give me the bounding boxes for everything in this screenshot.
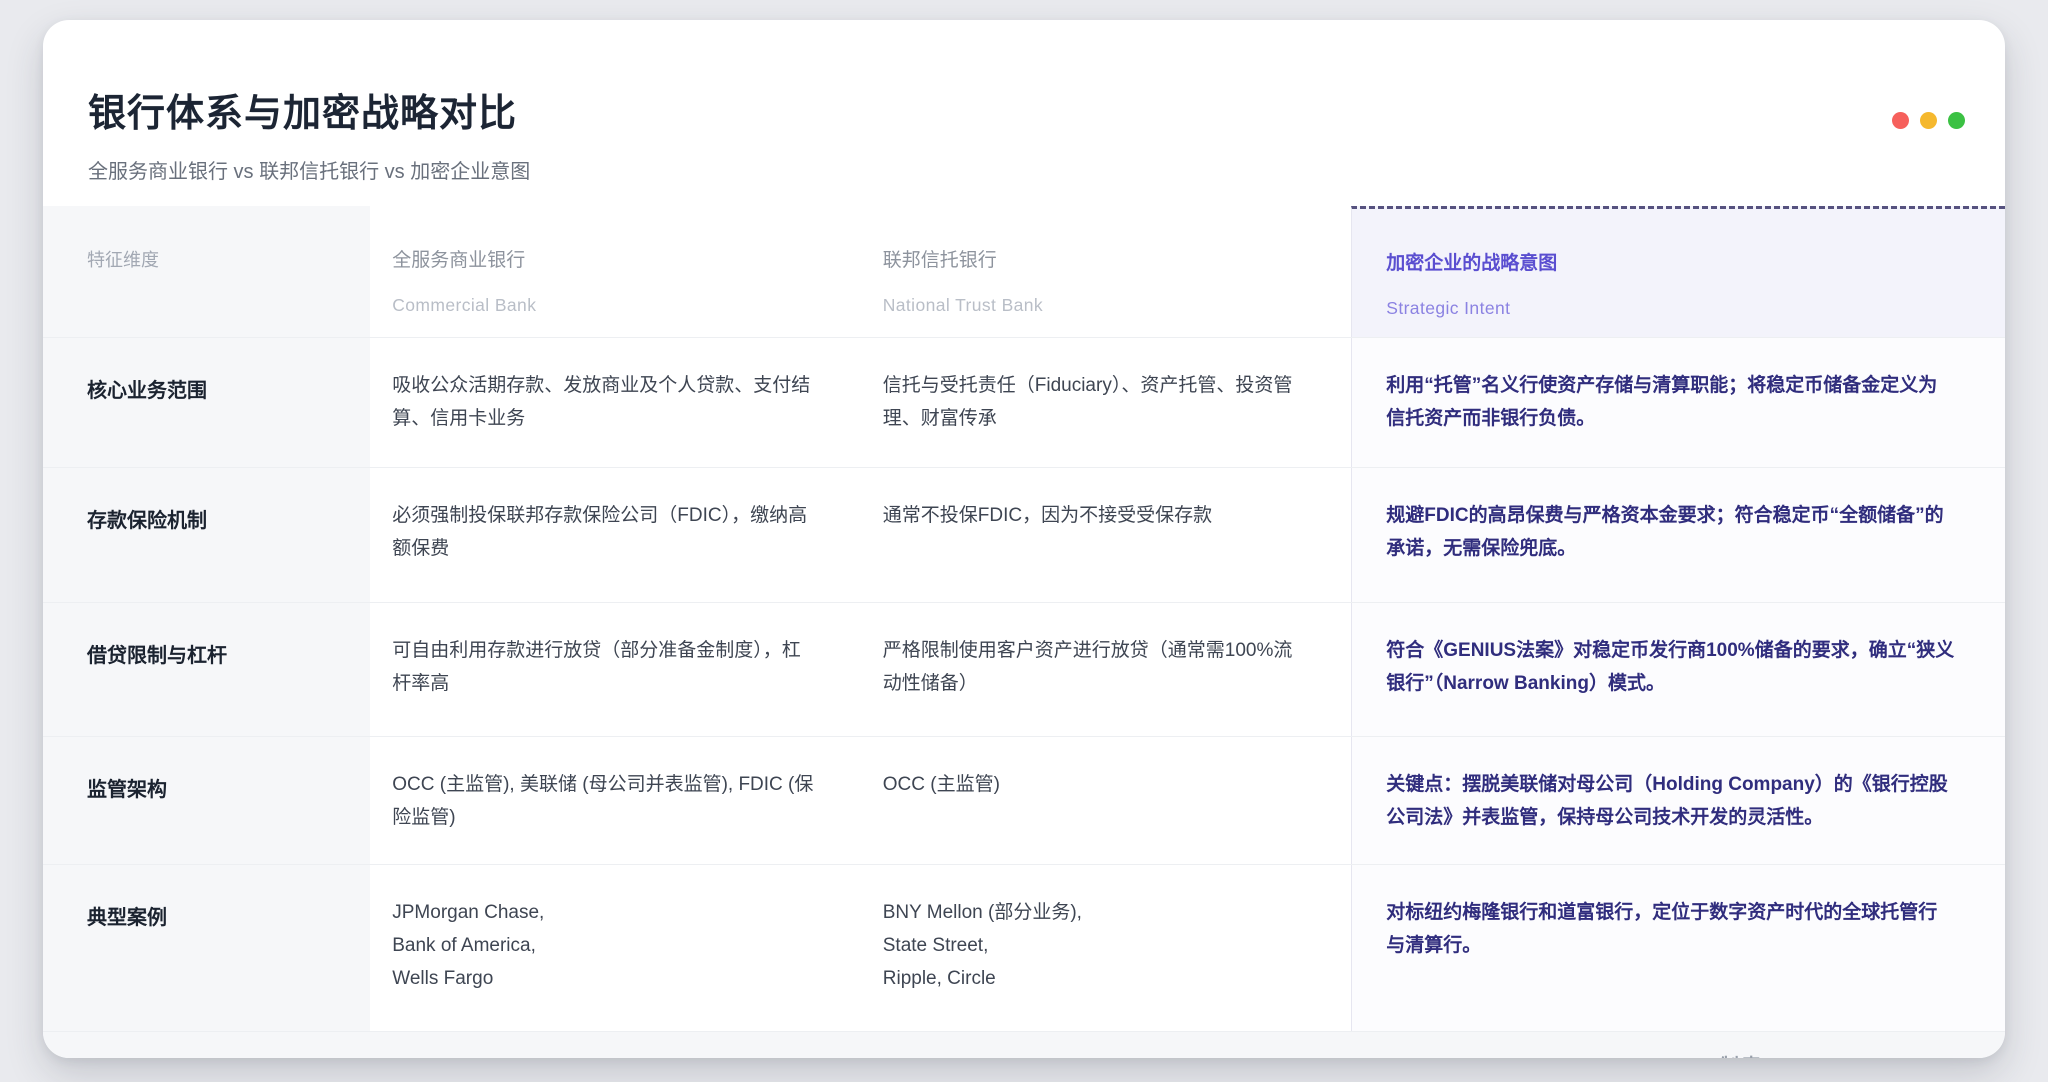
cell-trust: 通常不投保FDIC，因为不接受受保存款 — [861, 468, 1352, 602]
cell-commercial: 必须强制投保联邦存款保险公司（FDIC），缴纳高额保费 — [370, 468, 861, 602]
column-header-feature: 特征维度 — [43, 206, 370, 337]
table-row: 核心业务范围 吸收公众活期存款、发放商业及个人贷款、支付结算、信用卡业务 信托与… — [43, 337, 2005, 467]
cell-commercial: JPMorgan Chase, Bank of America, Wells F… — [370, 865, 861, 1031]
maximize-button-icon[interactable] — [1948, 112, 1965, 129]
cell-trust: BNY Mellon (部分业务), State Street, Ripple,… — [861, 865, 1352, 1031]
page-background: 银行体系与加密战略对比 全服务商业银行 vs 联邦信托银行 vs 加密企业意图 … — [0, 0, 2048, 1082]
row-feature-label: 存款保险机制 — [43, 468, 370, 602]
column-header-en: National Trust Bank — [883, 295, 1312, 316]
cell-crypto: 利用“托管”名义行使资产存储与清算职能；将稳定币储备金定义为信托资产而非银行负债… — [1351, 338, 2005, 467]
column-header-crypto: 加密企业的战略意图 Strategic Intent — [1351, 206, 2005, 337]
page-subtitle: 全服务商业银行 vs 联邦信托银行 vs 加密企业意图 — [88, 155, 2005, 184]
cell-crypto: 规避FDIC的高昂保费与严格资本金要求；符合稳定币“全额储备”的承诺，无需保险兜… — [1351, 468, 2005, 602]
row-feature-label: 借贷限制与杠杆 — [43, 603, 370, 736]
cell-trust: 信托与受托责任（Fiduciary）、资产托管、投资管理、财富传承 — [861, 338, 1352, 467]
table-row: 借贷限制与杠杆 可自由利用存款进行放贷（部分准备金制度），杠杆率高 严格限制使用… — [43, 602, 2005, 736]
window-controls — [1892, 112, 1965, 129]
page-title: 银行体系与加密战略对比 — [88, 82, 2005, 137]
column-header-en: Commercial Bank — [392, 295, 821, 316]
column-header-cn: 联邦信托银行 — [883, 249, 1312, 274]
cell-crypto: 对标纽约梅隆银行和道富银行，定位于数字资产时代的全球托管行与清算行。 — [1351, 865, 2005, 1031]
cell-trust: 严格限制使用客户资产进行放贷（通常需100%流动性储备） — [861, 603, 1352, 736]
credit-text: 制表：ODAILY ETHAN — [1720, 1051, 1959, 1058]
table-row: 监管架构 OCC (主监管), 美联储 (母公司并表监管), FDIC (保险监… — [43, 736, 2005, 864]
column-header-trust: 联邦信托银行 National Trust Bank — [861, 206, 1352, 337]
row-feature-label: 典型案例 — [43, 865, 370, 1031]
column-header-en: Strategic Intent — [1386, 298, 1965, 319]
card-footer: 制表：ODAILY ETHAN — [43, 1031, 2005, 1058]
close-button-icon[interactable] — [1892, 112, 1909, 129]
cell-commercial: 可自由利用存款进行放贷（部分准备金制度），杠杆率高 — [370, 603, 861, 736]
cell-commercial: 吸收公众活期存款、发放商业及个人贷款、支付结算、信用卡业务 — [370, 338, 861, 467]
table-row: 典型案例 JPMorgan Chase, Bank of America, We… — [43, 864, 2005, 1031]
cell-trust: OCC (主监管) — [861, 737, 1352, 864]
column-header-commercial: 全服务商业银行 Commercial Bank — [370, 206, 861, 337]
minimize-button-icon[interactable] — [1920, 112, 1937, 129]
comparison-table: 特征维度 全服务商业银行 Commercial Bank 联邦信托银行 Nati… — [43, 206, 2005, 1031]
table-row: 存款保险机制 必须强制投保联邦存款保险公司（FDIC），缴纳高额保费 通常不投保… — [43, 467, 2005, 602]
row-feature-label: 监管架构 — [43, 737, 370, 864]
card-header: 银行体系与加密战略对比 全服务商业银行 vs 联邦信托银行 vs 加密企业意图 — [43, 20, 2005, 206]
comparison-card: 银行体系与加密战略对比 全服务商业银行 vs 联邦信托银行 vs 加密企业意图 … — [43, 20, 2005, 1058]
column-header-cn: 全服务商业银行 — [392, 249, 821, 274]
cell-commercial: OCC (主监管), 美联储 (母公司并表监管), FDIC (保险监管) — [370, 737, 861, 864]
cell-crypto: 符合《GENIUS法案》对稳定币发行商100%储备的要求，确立“狭义银行”（Na… — [1351, 603, 2005, 736]
table-header-row: 特征维度 全服务商业银行 Commercial Bank 联邦信托银行 Nati… — [43, 206, 2005, 337]
cell-crypto: 关键点：摆脱美联储对母公司（Holding Company）的《银行控股公司法》… — [1351, 737, 2005, 864]
column-header-cn: 加密企业的战略意图 — [1386, 252, 1965, 277]
row-feature-label: 核心业务范围 — [43, 338, 370, 467]
